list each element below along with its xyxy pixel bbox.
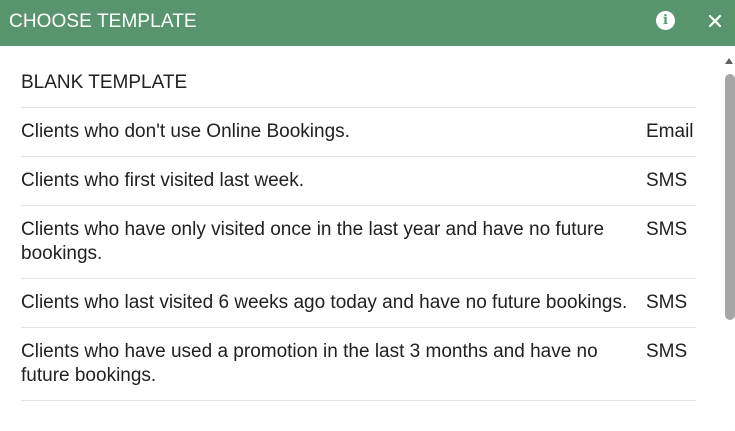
- template-row[interactable]: Clients who don't use Online Bookings. E…: [21, 108, 696, 157]
- template-type: SMS: [646, 170, 688, 191]
- template-type: SMS: [646, 219, 688, 240]
- template-row[interactable]: Clients who have used a promotion in the…: [21, 328, 696, 401]
- scroll-up-arrow-icon[interactable]: [724, 56, 734, 66]
- template-description: Clients who have used a promotion in the…: [21, 341, 598, 386]
- template-row[interactable]: Clients who have only visited once in th…: [21, 206, 696, 279]
- dialog-title: CHOOSE TEMPLATE: [9, 11, 197, 32]
- template-description: Clients who have only visited once in th…: [21, 219, 605, 264]
- template-description: Clients who don't use Online Bookings.: [21, 121, 350, 142]
- choose-template-dialog: CHOOSE TEMPLATE i BLANK TEMPLATE Clients…: [0, 0, 735, 431]
- template-type: SMS: [646, 292, 688, 313]
- info-icon[interactable]: i: [656, 11, 675, 30]
- template-description: BLANK TEMPLATE: [21, 72, 188, 93]
- template-description: Clients who first visited last week.: [21, 170, 304, 191]
- close-icon[interactable]: [706, 12, 724, 30]
- template-description: Clients who last visited 6 weeks ago tod…: [21, 292, 628, 313]
- template-list: BLANK TEMPLATE Clients who don't use Onl…: [21, 58, 696, 401]
- template-row[interactable]: Clients who last visited 6 weeks ago tod…: [21, 279, 696, 328]
- dialog-header: CHOOSE TEMPLATE i: [0, 0, 735, 46]
- scrollbar-thumb[interactable]: [725, 74, 735, 320]
- template-type: Email: [646, 121, 694, 142]
- template-type: SMS: [646, 341, 688, 362]
- template-row[interactable]: Clients who first visited last week. SMS: [21, 157, 696, 206]
- template-row-blank[interactable]: BLANK TEMPLATE: [21, 58, 696, 108]
